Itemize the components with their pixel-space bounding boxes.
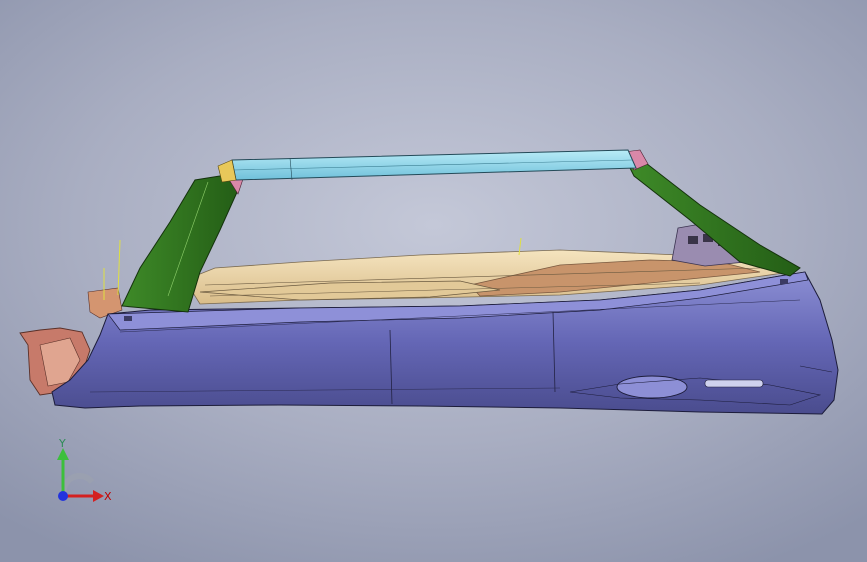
z-axis-origin	[58, 491, 68, 501]
y-axis-label: Y	[58, 438, 66, 450]
x-axis-label: X	[104, 490, 112, 503]
3d-viewport[interactable]: Y X	[0, 0, 867, 562]
oval-feature	[616, 375, 688, 399]
rotation-arc-icon	[60, 473, 95, 497]
axis-triad[interactable]: Y X	[40, 438, 130, 514]
cad-model[interactable]	[0, 0, 867, 562]
